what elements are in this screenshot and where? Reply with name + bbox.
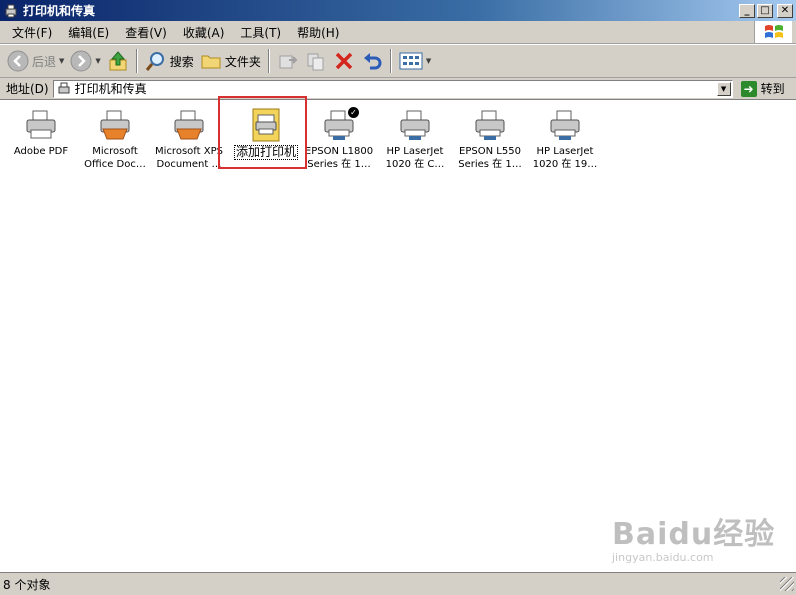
item-label-2: Series 在 1… (458, 159, 522, 170)
close-button[interactable]: ✕ (777, 3, 793, 18)
printer-icon (100, 110, 130, 140)
minimize-button[interactable]: _ (739, 3, 755, 18)
printer-icon (174, 110, 204, 140)
views-dropdown-icon[interactable]: ▼ (426, 57, 431, 65)
printer-folder-icon (5, 4, 17, 17)
default-printer-check-icon: ✓ (348, 107, 359, 118)
item-label: Adobe PDF (13, 146, 69, 157)
folder-icon (201, 55, 221, 69)
close-icon: ✕ (780, 4, 790, 16)
network-printer-icon (475, 110, 505, 140)
move-to-button[interactable] (274, 47, 302, 75)
printer-item[interactable]: Microsoft Office Doc… (77, 105, 153, 171)
minimize-icon: _ (744, 4, 750, 16)
address-dropdown-icon[interactable]: ▼ (716, 81, 731, 96)
printer-item[interactable]: ✓ EPSON L1800 Series 在 1… (301, 105, 377, 171)
back-dropdown-icon[interactable]: ▼ (59, 57, 64, 65)
folder-view[interactable]: Adobe PDF Microsoft Office Doc… Microsof… (0, 96, 796, 572)
printer-folder-icon (58, 82, 70, 93)
maximize-icon: □ (760, 4, 770, 16)
item-label-2: Office Doc… (84, 159, 146, 170)
item-label-2: Document … (156, 159, 222, 170)
menu-bar: 文件(F) 编辑(E) 查看(V) 收藏(A) 工具(T) 帮助(H) (0, 21, 796, 44)
menu-tools[interactable]: 工具(T) (232, 24, 289, 41)
windows-logo-icon (754, 21, 792, 43)
printer-item[interactable]: Adobe PDF (3, 105, 79, 158)
move-to-icon (279, 55, 298, 69)
search-button[interactable]: 搜索 (142, 47, 197, 75)
forward-dropdown-icon[interactable]: ▼ (95, 57, 100, 65)
back-label: 后退 (32, 54, 57, 69)
back-arrow-icon (7, 50, 29, 72)
forward-arrow-icon (70, 50, 92, 72)
status-bar: 8 个对象 (0, 572, 796, 595)
delete-x-icon (335, 52, 353, 70)
go-label: 转到 (760, 82, 785, 96)
copy-to-icon (307, 53, 324, 71)
item-label: 添加打印机 (233, 145, 298, 160)
printer-item[interactable]: HP LaserJet 1020 在 C… (377, 105, 453, 171)
toolbar-separator (135, 49, 138, 73)
toolbar-separator (389, 49, 392, 73)
go-arrow-icon: ➜ (740, 80, 757, 97)
up-folder-icon (109, 51, 127, 71)
copy-to-button[interactable] (302, 47, 330, 75)
folders-button[interactable]: 文件夹 (197, 47, 264, 75)
views-icon (399, 52, 423, 70)
menu-favorites[interactable]: 收藏(A) (175, 24, 233, 41)
address-value: 打印机和传真 (74, 82, 147, 96)
resize-grip-icon[interactable] (780, 577, 794, 591)
search-icon (145, 52, 164, 71)
views-button[interactable]: ▼ (396, 47, 434, 75)
printer-item[interactable]: HP LaserJet 1020 在 19… (527, 105, 603, 171)
undo-button[interactable] (358, 47, 386, 75)
menu-file[interactable]: 文件(F) (4, 24, 60, 41)
menu-view[interactable]: 查看(V) (117, 24, 175, 41)
item-label: Microsoft (92, 146, 138, 157)
toolbar-separator (267, 49, 270, 73)
baidu-watermark: Baidu经验 (612, 517, 776, 552)
item-label-2: Series 在 1… (307, 159, 371, 170)
printer-item[interactable]: EPSON L550 Series 在 1… (452, 105, 528, 171)
printer-icon (26, 110, 56, 139)
toolbar: 后退 ▼ ▼ 搜索 文件夹 ▼ (0, 45, 796, 78)
network-printer-icon (550, 110, 580, 140)
title-bar[interactable]: 打印机和传真 _ □ ✕ (0, 0, 796, 21)
delete-button[interactable] (330, 47, 358, 75)
item-label: Microsoft XPS (155, 146, 223, 157)
search-label: 搜索 (169, 54, 194, 69)
status-text: 8 个对象 (3, 577, 51, 592)
network-printer-icon (400, 110, 430, 140)
undo-icon (363, 53, 382, 70)
baidu-watermark-url: jingyan.baidu.com (612, 551, 714, 564)
back-button[interactable]: 后退 ▼ (4, 47, 67, 75)
folders-label: 文件夹 (224, 54, 261, 69)
item-label: EPSON L1800 (304, 146, 374, 157)
menu-help[interactable]: 帮助(H) (289, 24, 347, 41)
printer-item[interactable]: Microsoft XPS Document … (151, 105, 227, 171)
maximize-button[interactable]: □ (757, 3, 773, 18)
item-label-2: 1020 在 19… (532, 159, 598, 170)
up-folder-button[interactable] (104, 47, 132, 75)
address-input[interactable]: 打印机和传真 ▼ (52, 79, 733, 98)
item-label: HP LaserJet (386, 146, 444, 157)
add-printer-icon (252, 108, 280, 142)
window-title: 打印机和传真 (23, 4, 96, 18)
forward-button[interactable]: ▼ (67, 47, 103, 75)
address-bar: 地址(D) 打印机和传真 ▼ ➜ 转到 (0, 78, 796, 100)
item-label: HP LaserJet (536, 146, 594, 157)
address-label: 地址(D) (6, 82, 49, 96)
item-label: EPSON L550 (459, 146, 521, 157)
item-label-2: 1020 在 C… (385, 159, 445, 170)
go-button[interactable]: ➜ 转到 (740, 80, 785, 97)
menu-edit[interactable]: 编辑(E) (60, 24, 117, 41)
add-printer-item[interactable]: 添加打印机 (228, 105, 304, 160)
